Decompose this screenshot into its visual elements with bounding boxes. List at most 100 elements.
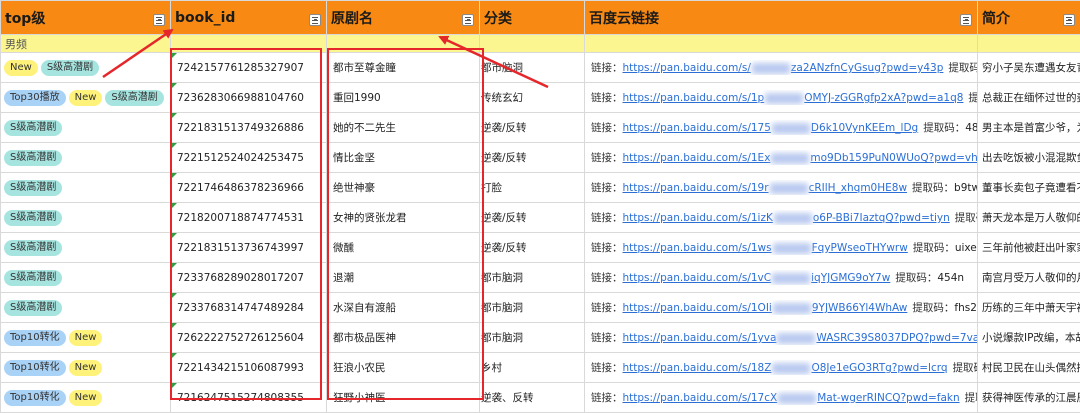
filter-icon[interactable] <box>462 14 474 26</box>
category-cell[interactable]: 都市脑洞 <box>480 263 585 293</box>
link-url-start[interactable]: https://pan.baidu.com/s/175 <box>623 122 771 134</box>
link-url-start[interactable]: https://pan.baidu.com/s/19r <box>623 182 769 194</box>
link-url-start[interactable]: https://pan.baidu.com/s/1vC <box>623 272 772 284</box>
top-cell[interactable]: NewS级高潜剧 <box>1 53 171 83</box>
table-row[interactable]: Top10转化New7216247515274808355狂野小神医逆袭、反转链… <box>1 383 1080 413</box>
top-cell[interactable]: Top10转化New <box>1 353 171 383</box>
link-url-start[interactable]: https://pan.baidu.com/s/1yva <box>623 332 777 344</box>
link-url-end[interactable]: za2ANzfnCyGsug?pwd=y43p <box>791 62 944 74</box>
link-url-end[interactable]: D6k10VynKEEm_lDg <box>811 122 918 134</box>
link-url-end[interactable]: O8Je1eGO3RTg?pwd=lcrq <box>811 362 947 374</box>
summary-cell[interactable]: 萧天龙本是万人敬仰的北 <box>978 203 1080 233</box>
baidu-link-cell[interactable]: 链接：https://pan.baidu.com/s/1vCiqYJGMG9oY… <box>585 263 978 293</box>
name-cell[interactable]: 女神的贤张龙君 <box>327 203 480 233</box>
link-url-start[interactable]: https://pan.baidu.com/s/18Z <box>623 362 772 374</box>
filter-icon[interactable] <box>309 14 321 26</box>
book-id-cell[interactable]: 7221746486378236966 <box>171 173 327 203</box>
top-cell[interactable]: Top30播放NewS级高潜剧 <box>1 83 171 113</box>
table-row[interactable]: S级高潜剧7233768314747489284水深自有渡船都市脑洞链接：htt… <box>1 293 1080 323</box>
book-id-cell[interactable]: 7262222752726125604 <box>171 323 327 353</box>
name-cell[interactable]: 微醺 <box>327 233 480 263</box>
top-cell[interactable]: S级高潜剧 <box>1 293 171 323</box>
table-row[interactable]: Top10转化New7262222752726125604都市极品医神都市脑洞链… <box>1 323 1080 353</box>
link-url-start[interactable]: https://pan.baidu.com/s/1p <box>623 92 765 104</box>
summary-cell[interactable]: 南宫月受万人敬仰的月神 <box>978 263 1080 293</box>
top-cell[interactable]: S级高潜剧 <box>1 143 171 173</box>
summary-cell[interactable]: 村民卫民在山头偶然捡到 <box>978 353 1080 383</box>
link-url-start[interactable]: https://pan.baidu.com/s/1Ex <box>623 152 771 164</box>
name-cell[interactable]: 狂浪小农民 <box>327 353 480 383</box>
baidu-link-cell[interactable]: 链接：https://pan.baidu.com/s/19rcRIlH_xhqm… <box>585 173 978 203</box>
group-cell[interactable] <box>585 35 978 53</box>
link-url-start[interactable]: https://pan.baidu.com/s/1OIi <box>623 302 772 314</box>
top-cell[interactable]: Top10转化New <box>1 383 171 413</box>
link-url-end[interactable]: cRIlH_xhqm0HE8w <box>809 182 907 194</box>
top-cell[interactable]: S级高潜剧 <box>1 233 171 263</box>
category-cell[interactable]: 逆袭/反转 <box>480 203 585 233</box>
link-url-end[interactable]: 9YJWB66Yl4WhAw <box>812 302 908 314</box>
summary-cell[interactable]: 获得神医传承的江晨辰下 <box>978 383 1080 413</box>
table-row[interactable]: Top30播放NewS级高潜剧7236283066988104760重回1990… <box>1 83 1080 113</box>
baidu-link-cell[interactable]: 链接：https://pan.baidu.com/s/18ZO8Je1eGO3R… <box>585 353 978 383</box>
link-url-end[interactable]: iqYJGMG9oY7w <box>811 272 890 284</box>
summary-cell[interactable]: 董事长卖包子竟遭看不起 <box>978 173 1080 203</box>
group-cell[interactable] <box>480 35 585 53</box>
book-id-cell[interactable]: 7236283066988104760 <box>171 83 327 113</box>
link-url-start[interactable]: https://pan.baidu.com/s/ <box>623 62 751 74</box>
summary-cell[interactable]: 小说爆款IP改编，本故事 <box>978 323 1080 353</box>
category-cell[interactable]: 都市脑洞 <box>480 323 585 353</box>
top-cell[interactable]: S级高潜剧 <box>1 263 171 293</box>
col-header-category[interactable]: 分类 <box>480 1 585 35</box>
baidu-link-cell[interactable]: 链接：https://pan.baidu.com/s/za2ANzfnCyGsu… <box>585 53 978 83</box>
col-header-book-id[interactable]: book_id <box>171 1 327 35</box>
link-url-start[interactable]: https://pan.baidu.com/s/1izK <box>623 212 773 224</box>
book-id-cell[interactable]: 7221434215106087993 <box>171 353 327 383</box>
col-header-name[interactable]: 原剧名 <box>327 1 480 35</box>
book-id-cell[interactable]: 7216247515274808355 <box>171 383 327 413</box>
book-id-cell[interactable]: 7233768314747489284 <box>171 293 327 323</box>
table-row[interactable]: NewS级高潜剧7242157761285327907都市至尊金瞳都市脑洞链接：… <box>1 53 1080 83</box>
category-cell[interactable]: 都市脑洞 <box>480 53 585 83</box>
name-cell[interactable]: 都市极品医神 <box>327 323 480 353</box>
book-id-cell[interactable]: 7218200718874774531 <box>171 203 327 233</box>
name-cell[interactable]: 绝世神豪 <box>327 173 480 203</box>
summary-cell[interactable]: 历练的三年中萧天宇被迫 <box>978 293 1080 323</box>
name-cell[interactable]: 狂野小神医 <box>327 383 480 413</box>
category-cell[interactable]: 逆袭/反转 <box>480 143 585 173</box>
top-cell[interactable]: Top10转化New <box>1 323 171 353</box>
category-cell[interactable]: 传统玄幻 <box>480 83 585 113</box>
table-row[interactable]: Top10转化New7221434215106087993狂浪小农民乡村链接：h… <box>1 353 1080 383</box>
baidu-link-cell[interactable]: 链接：https://pan.baidu.com/s/1pOMYJ-zGGRgf… <box>585 83 978 113</box>
col-header-baidu-link[interactable]: 百度云链接 <box>585 1 978 35</box>
category-cell[interactable]: 逆袭、反转 <box>480 383 585 413</box>
link-url-start[interactable]: https://pan.baidu.com/s/17cX <box>623 392 778 404</box>
book-id-cell[interactable]: 7221512524024253475 <box>171 143 327 173</box>
group-cell[interactable] <box>171 35 327 53</box>
col-header-summary[interactable]: 简介 <box>978 1 1080 35</box>
table-row[interactable]: S级高潜剧7221831513749326886她的不二先生逆袭/反转链接：ht… <box>1 113 1080 143</box>
top-cell[interactable]: S级高潜剧 <box>1 203 171 233</box>
group-cell[interactable] <box>978 35 1080 53</box>
name-cell[interactable]: 情比金坚 <box>327 143 480 173</box>
link-url-end[interactable]: WASRC39S8037DPQ?pwd=7vaw <box>816 332 977 344</box>
book-id-cell[interactable]: 7221831513736743997 <box>171 233 327 263</box>
link-url-end[interactable]: o6P-BBi7IaztqQ?pwd=tiyn <box>813 212 950 224</box>
book-id-cell[interactable]: 7242157761285327907 <box>171 53 327 83</box>
baidu-link-cell[interactable]: 链接：https://pan.baidu.com/s/1OIi9YJWB66Yl… <box>585 293 978 323</box>
col-header-top[interactable]: top级 <box>1 1 171 35</box>
name-cell[interactable]: 水深自有渡船 <box>327 293 480 323</box>
summary-cell[interactable]: 总裁正在缅怀过世的妻子 <box>978 83 1080 113</box>
baidu-link-cell[interactable]: 链接：https://pan.baidu.com/s/1izKo6P-BBi7I… <box>585 203 978 233</box>
name-cell[interactable]: 都市至尊金瞳 <box>327 53 480 83</box>
summary-cell[interactable]: 穷小子吴东遭遇女友背 <box>978 53 1080 83</box>
book-id-cell[interactable]: 7221831513749326886 <box>171 113 327 143</box>
name-cell[interactable]: 她的不二先生 <box>327 113 480 143</box>
name-cell[interactable]: 退潮 <box>327 263 480 293</box>
category-cell[interactable]: 乡村 <box>480 353 585 383</box>
baidu-link-cell[interactable]: 链接：https://pan.baidu.com/s/1Exmo9Db159Pu… <box>585 143 978 173</box>
filter-icon[interactable] <box>960 14 972 26</box>
book-id-cell[interactable]: 7233768289028017207 <box>171 263 327 293</box>
filter-icon[interactable] <box>153 14 165 26</box>
table-row[interactable]: S级高潜剧7221831513736743997微醺逆袭/反转链接：https:… <box>1 233 1080 263</box>
filter-icon[interactable] <box>1063 14 1075 26</box>
